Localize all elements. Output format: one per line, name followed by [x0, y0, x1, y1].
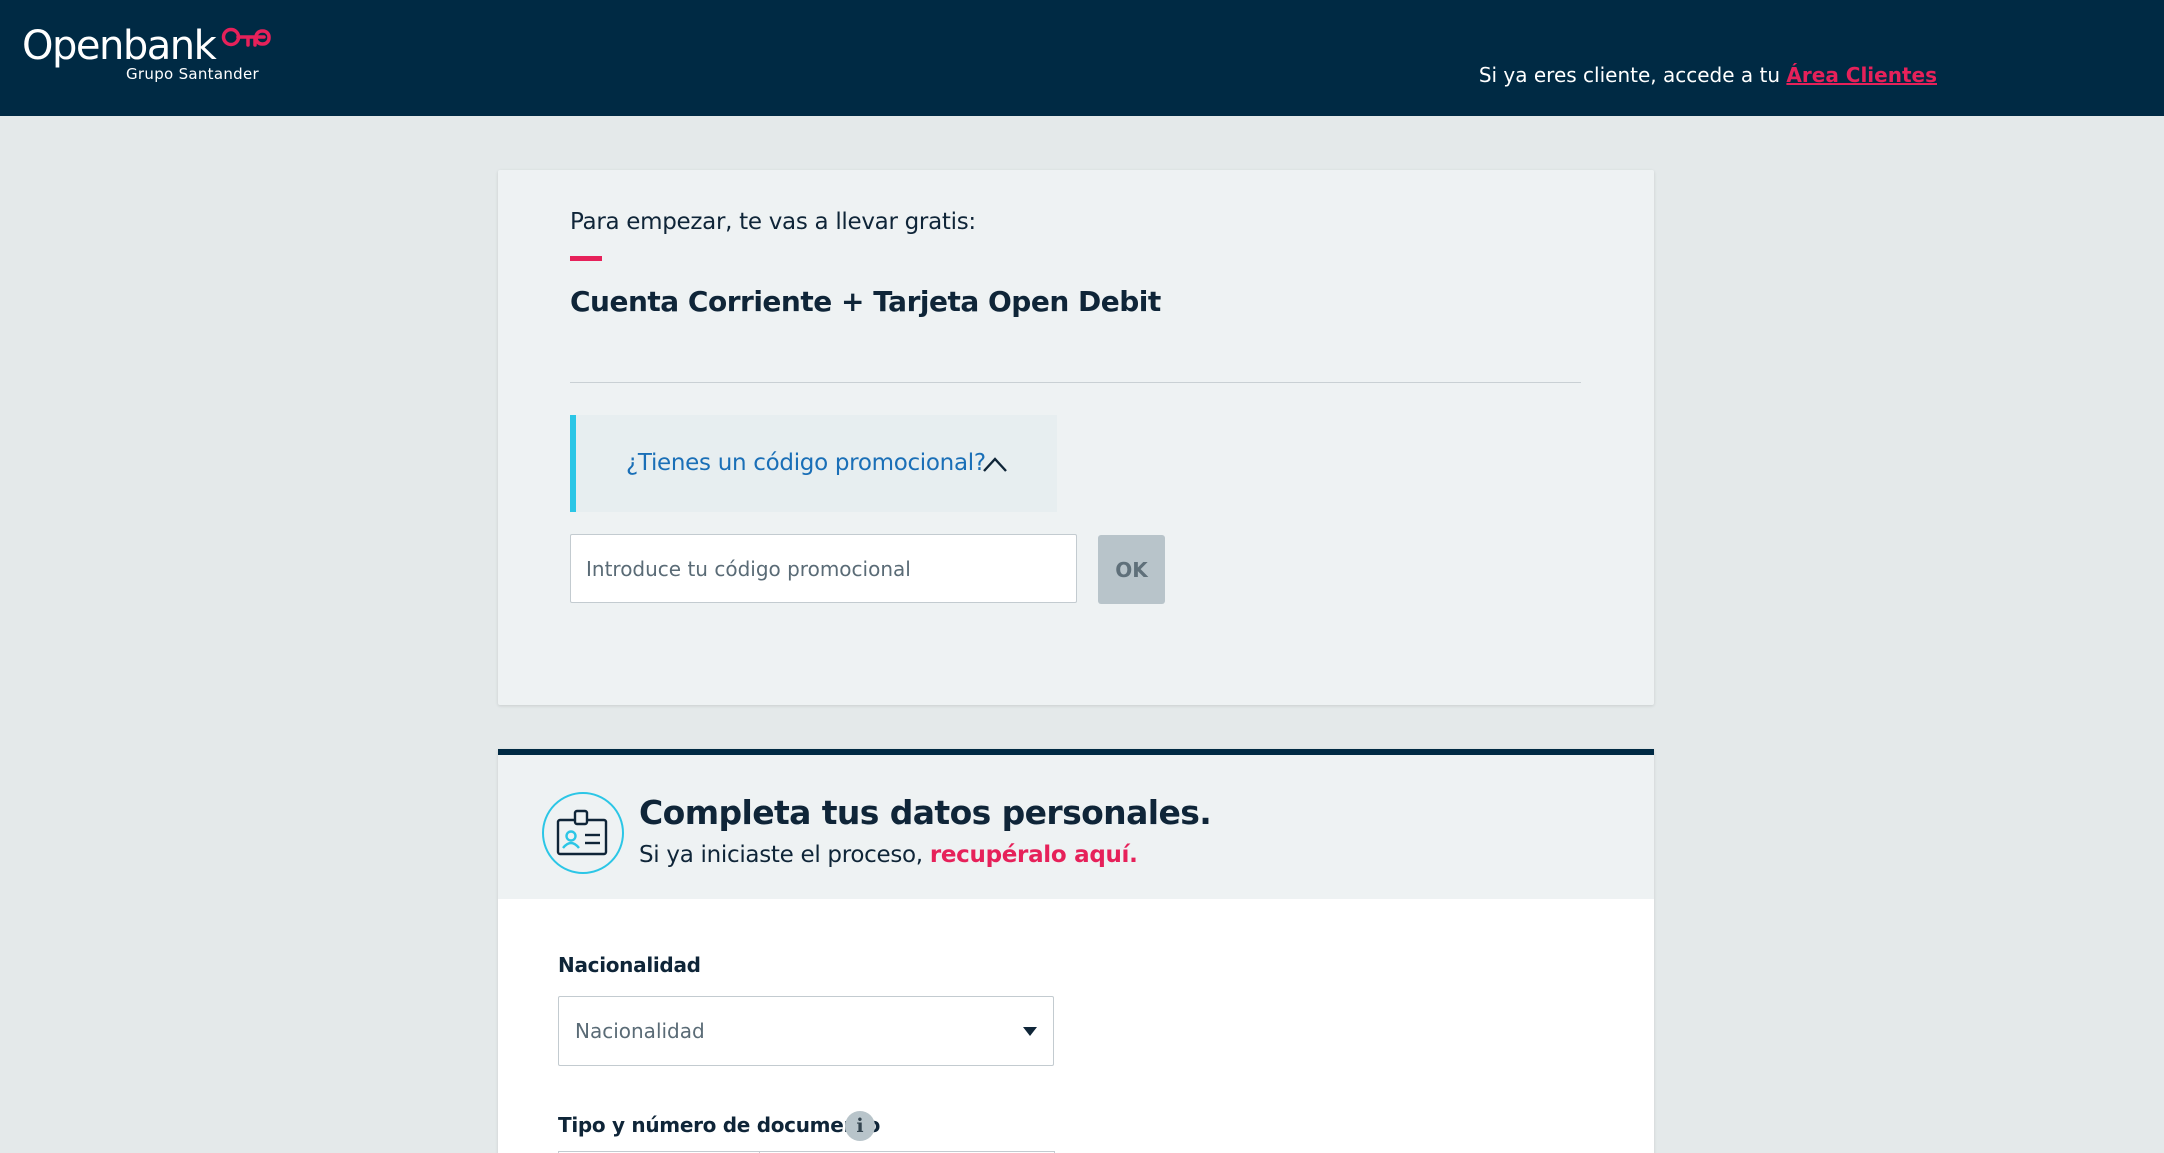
logo-subtitle: Grupo Santander	[126, 65, 259, 83]
promo-code-input[interactable]	[570, 534, 1077, 603]
id-card-icon	[542, 792, 624, 874]
openbank-logo[interactable]: Openbank Grupo Santander	[22, 22, 282, 88]
offer-card: Para empezar, te vas a llevar gratis: Cu…	[498, 170, 1654, 705]
nationality-select[interactable]: Nacionalidad	[558, 996, 1054, 1066]
nationality-select-value: Nacionalidad	[575, 1019, 705, 1043]
chevron-up-icon	[983, 457, 1007, 472]
personal-data-header: Completa tus datos personales. Si ya ini…	[498, 755, 1654, 899]
section-divider	[570, 382, 1581, 383]
area-clientes-link[interactable]: Área Clientes	[1786, 63, 1937, 87]
accent-divider	[570, 256, 602, 261]
logo-wordmark: Openbank	[22, 23, 217, 69]
info-icon[interactable]: i	[845, 1111, 875, 1141]
personal-data-title: Completa tus datos personales.	[639, 793, 1212, 832]
client-access-prompt: Si ya eres cliente, accede a tu	[1478, 63, 1781, 87]
top-header: Openbank Grupo Santander Si ya eres clie…	[0, 0, 2164, 116]
promo-code-toggle[interactable]: ¿Tienes un código promocional?	[570, 415, 1057, 512]
promo-ok-button[interactable]: OK	[1098, 535, 1165, 604]
client-access-text: Si ya eres cliente, accede a tu Área Cli…	[1479, 61, 1937, 89]
document-type-label: Tipo y número de documento	[558, 1113, 881, 1137]
personal-data-card: Completa tus datos personales. Si ya ini…	[498, 749, 1654, 1153]
resume-process-prompt: Si ya iniciaste el proceso,	[639, 842, 923, 868]
key-icon	[221, 27, 271, 47]
resume-process-text: Si ya iniciaste el proceso, recupéralo a…	[639, 839, 1138, 871]
offer-intro: Para empezar, te vas a llevar gratis:	[570, 209, 976, 235]
product-title: Cuenta Corriente + Tarjeta Open Debit	[570, 285, 1161, 318]
promo-code-question: ¿Tienes un código promocional?	[626, 450, 986, 476]
id-card-glyph	[556, 809, 608, 856]
resume-process-link[interactable]: recupéralo aquí.	[930, 842, 1138, 868]
caret-down-icon	[1023, 1027, 1037, 1036]
nationality-label: Nacionalidad	[558, 953, 701, 977]
